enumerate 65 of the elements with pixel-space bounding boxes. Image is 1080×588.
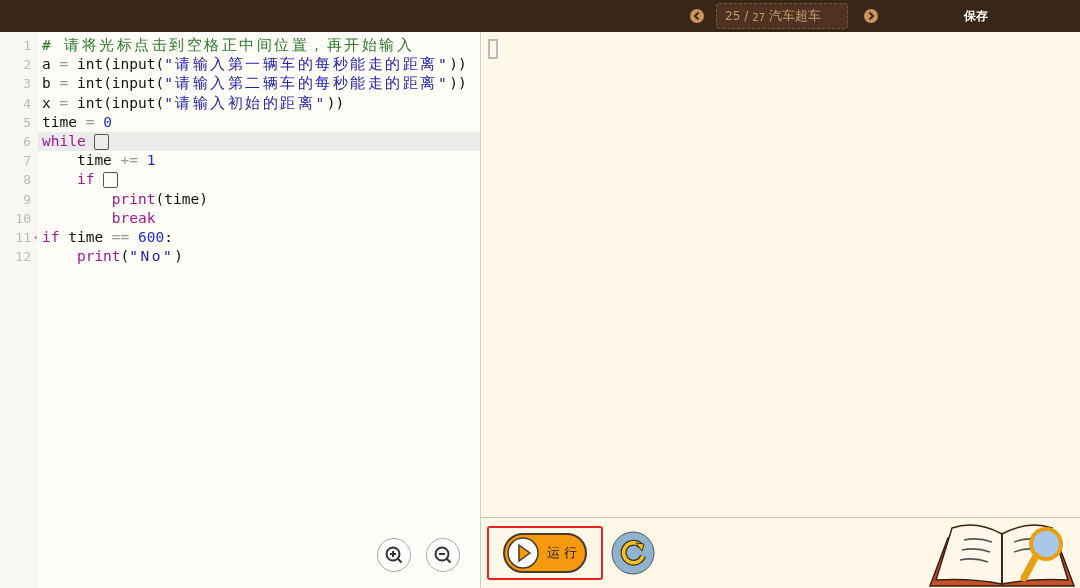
code-token: int(input( <box>76 94 165 111</box>
code-token: += <box>120 152 139 169</box>
code-token: "No" <box>129 248 175 265</box>
line-number: 1 <box>23 38 31 53</box>
code-token: time <box>68 228 105 245</box>
code-token: ( <box>120 248 130 265</box>
zoom-in-icon <box>384 545 404 565</box>
lesson-title: 汽车超车 <box>769 7 822 25</box>
line-number: 8 <box>23 172 31 188</box>
code-token: b <box>42 75 52 92</box>
code-token: 1 <box>146 152 156 169</box>
code-token: (time) <box>155 190 208 207</box>
line-number: 9 <box>23 191 31 207</box>
code-token: print <box>76 248 121 265</box>
code-token: x <box>42 94 52 111</box>
code-token: a <box>42 56 52 73</box>
code-token: = <box>59 94 69 111</box>
code-token: break <box>111 209 156 226</box>
code-token: # 请将光标点击到空格正中间位置，再开始输入 <box>42 37 415 53</box>
code-token: ) <box>174 248 183 265</box>
line-number: 6 <box>23 133 31 149</box>
line-number: 10 <box>15 210 31 226</box>
code-token: )) <box>326 94 345 111</box>
line-number: 5 <box>23 114 31 130</box>
code-token: time <box>76 152 113 169</box>
line-number: 11 <box>15 229 31 245</box>
line-number: 12 <box>15 249 31 265</box>
separator: / <box>744 9 749 23</box>
line-number: 4 <box>23 95 31 111</box>
code-token: int(input( <box>76 75 165 92</box>
zoom-out-icon <box>433 545 453 565</box>
code-token: = <box>85 113 95 130</box>
code-token: )) <box>449 75 467 92</box>
code-token: == <box>111 228 130 245</box>
code-token: 0 <box>103 113 112 130</box>
code-token: "请输入第二辆车的每秒能走的距离" <box>164 75 450 92</box>
line-number: 2 <box>23 57 31 73</box>
blank-slot[interactable] <box>94 133 110 150</box>
code-token: : <box>164 228 173 245</box>
code-token: )) <box>449 56 467 73</box>
code-token: "请输入第一辆车的每秒能走的距离" <box>164 56 450 73</box>
save-button[interactable]: 保存 <box>964 7 988 25</box>
code-token: time <box>42 113 78 130</box>
refresh-icon[interactable] <box>611 531 655 575</box>
line-number: 3 <box>23 76 31 92</box>
text-cursor <box>488 39 498 59</box>
run-button[interactable]: 运 行 <box>503 533 587 573</box>
code-token: 600 <box>138 228 165 245</box>
lesson-total: 27 <box>752 12 766 23</box>
zoom-out-button[interactable] <box>426 538 460 572</box>
code-token: "请输入初始的距离" <box>164 94 327 111</box>
next-icon[interactable] <box>864 9 878 23</box>
previous-icon[interactable] <box>690 9 704 23</box>
code-token: while <box>42 132 87 149</box>
blank-slot[interactable] <box>103 172 119 189</box>
code-token: int(input( <box>76 56 165 73</box>
code-token: if <box>42 228 60 245</box>
code-token: print <box>111 190 156 207</box>
lesson-number: 25 <box>725 9 741 23</box>
code-token: = <box>59 75 69 92</box>
code-token: if <box>76 171 96 188</box>
line-number: 7 <box>23 153 31 169</box>
code-token: = <box>59 56 69 73</box>
play-icon <box>507 537 539 569</box>
zoom-in-button[interactable] <box>377 538 411 572</box>
